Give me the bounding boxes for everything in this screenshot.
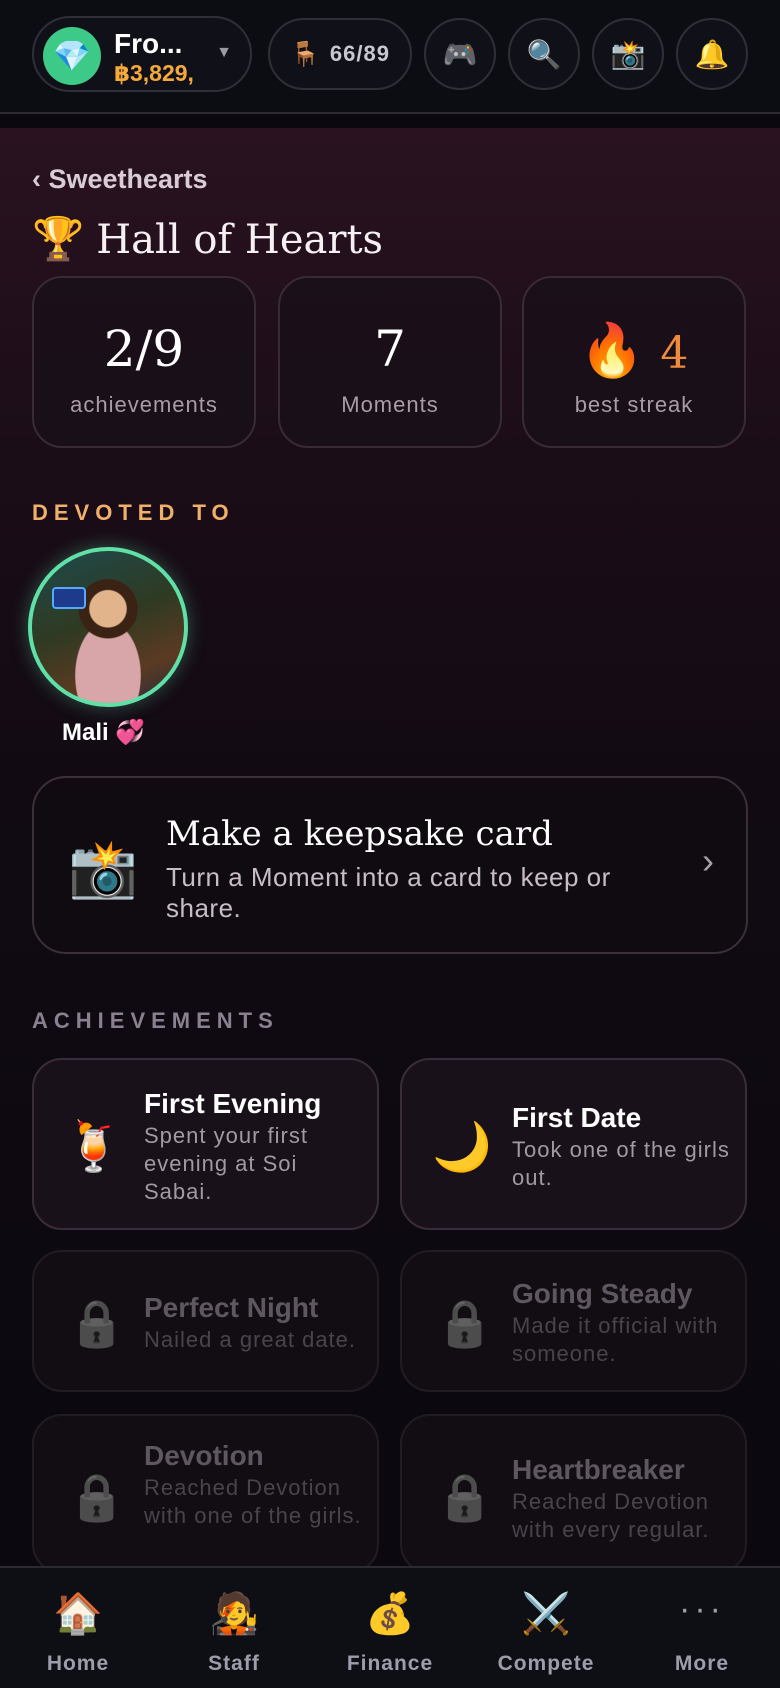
balance: ฿3,829, — [114, 60, 194, 86]
gamepad-icon[interactable]: 🎮 — [424, 18, 496, 90]
tab-label: Staff — [208, 1652, 260, 1675]
seats-label: 66/89 — [329, 41, 390, 66]
venue-name: Fro... — [114, 28, 183, 59]
stat-achievements: 2/9 achievements — [32, 276, 256, 448]
page-title: 🏆 Hall of Hearts — [32, 214, 383, 264]
top-bar: 💎 Fro... ฿3,829, ▼ 🪑 66/89 🎮 🔍 📸 🔔 — [0, 0, 780, 114]
achievement-title: First Date — [512, 1102, 642, 1133]
stat-caption: achievements — [70, 392, 218, 417]
achievement-first-evening[interactable]: 🍹 First Evening Spent your first evening… — [32, 1058, 379, 1230]
page-title-text: Hall of Hearts — [96, 217, 384, 263]
lock-icon: 🔒 — [436, 1471, 494, 1523]
achievement-heartbreaker[interactable]: 🔒 Heartbreaker Reached Devotion with eve… — [400, 1414, 747, 1574]
achievement-title: Perfect Night — [144, 1292, 319, 1323]
lock-icon: 🔒 — [68, 1471, 126, 1523]
fire-icon: 🔥 — [579, 321, 645, 381]
crossed-swords-icon: ⚔️ — [521, 1592, 571, 1636]
stat-value: 2/9 — [103, 320, 185, 378]
money-bag-icon: 💰 — [365, 1592, 415, 1636]
tab-finance[interactable]: 💰 Finance — [312, 1568, 468, 1688]
achievement-title: Going Steady — [512, 1278, 693, 1309]
chair-icon: 🪑 — [290, 40, 320, 68]
tab-label: Finance — [346, 1652, 434, 1675]
search-icon[interactable]: 🔍 — [508, 18, 580, 90]
achievements-label: ACHIEVEMENTS — [32, 1008, 279, 1033]
achievement-title: Devotion — [144, 1440, 264, 1471]
stat-value: 7 — [374, 320, 406, 378]
achievement-first-date[interactable]: 🌙 First Date Took one of the girls out. — [400, 1058, 747, 1230]
achievement-devotion[interactable]: 🔒 Devotion Reached Devotion with one of … — [32, 1414, 379, 1574]
more-dots-icon: ··· — [679, 1590, 725, 1628]
trophy-icon: 🏆 — [32, 214, 85, 263]
keepsake-card[interactable]: 📸 Make a keepsake card Turn a Moment int… — [32, 776, 748, 954]
lock-icon: 🔒 — [68, 1297, 126, 1349]
neon-sign-icon — [52, 587, 86, 609]
achievement-desc: Took one of the girls out. — [512, 1137, 730, 1190]
moon-icon: 🌙 — [432, 1121, 492, 1174]
achievement-desc: Spent your first evening at Soi Sabai. — [144, 1123, 308, 1204]
tab-compete[interactable]: ⚔️ Compete — [468, 1568, 624, 1688]
achievement-going-steady[interactable]: 🔒 Going Steady Made it official with som… — [400, 1250, 747, 1392]
stat-best-streak: 🔥 4 best streak — [522, 276, 746, 448]
chevron-right-icon: › — [702, 840, 714, 881]
wallet-switcher[interactable]: 💎 Fro... ฿3,829, ▼ — [32, 16, 252, 92]
stat-caption: Moments — [341, 392, 439, 417]
tab-label: Compete — [497, 1652, 595, 1675]
gem-icon: 💎 — [43, 27, 101, 85]
achievement-title: First Evening — [144, 1088, 322, 1119]
back-link[interactable]: ‹ Sweethearts — [32, 164, 208, 195]
achievement-desc: Nailed a great date. — [144, 1327, 357, 1352]
keepsake-title: Make a keepsake card — [166, 814, 553, 854]
achievement-title: Heartbreaker — [512, 1454, 685, 1485]
stat-caption: best streak — [574, 392, 694, 417]
avatar[interactable] — [28, 547, 188, 707]
achievement-desc: Made it official with someone. — [512, 1313, 719, 1366]
house-icon: 🏠 — [53, 1592, 103, 1636]
tab-home[interactable]: 🏠 Home — [0, 1568, 156, 1688]
stat-value-row: 🔥 4 — [524, 320, 744, 381]
avatar-name: Mali 💞 — [62, 719, 146, 746]
achievement-desc: Reached Devotion with one of the girls. — [144, 1475, 362, 1528]
stat-moments: 7 Moments — [278, 276, 502, 448]
seats-counter[interactable]: 🪑 66/89 — [268, 18, 412, 90]
lock-icon: 🔒 — [436, 1297, 494, 1349]
devoted-label: DEVOTED TO — [32, 500, 235, 525]
tab-label: Home — [46, 1652, 110, 1675]
achievement-desc: Reached Devotion with every regular. — [512, 1489, 710, 1542]
tab-label: More — [674, 1652, 730, 1675]
bell-icon[interactable]: 🔔 — [676, 18, 748, 90]
camera-flash-icon[interactable]: 📸 — [592, 18, 664, 90]
camera-flash-icon: 📸 — [68, 837, 138, 900]
tab-staff[interactable]: 🧑‍🎤 Staff — [156, 1568, 312, 1688]
singer-icon: 🧑‍🎤 — [209, 1592, 259, 1636]
stat-value: 4 — [660, 328, 689, 379]
tab-more[interactable]: ··· More — [624, 1568, 780, 1688]
keepsake-subtitle: Turn a Moment into a card to keep or sha… — [166, 862, 611, 923]
achievement-perfect-night[interactable]: 🔒 Perfect Night Nailed a great date. — [32, 1250, 379, 1392]
cocktail-icon: 🍹 — [64, 1121, 124, 1174]
chevron-down-icon: ▼ — [216, 44, 232, 61]
bottom-tab-bar: 🏠 Home 🧑‍🎤 Staff 💰 Finance ⚔️ Compete ··… — [0, 1566, 780, 1688]
